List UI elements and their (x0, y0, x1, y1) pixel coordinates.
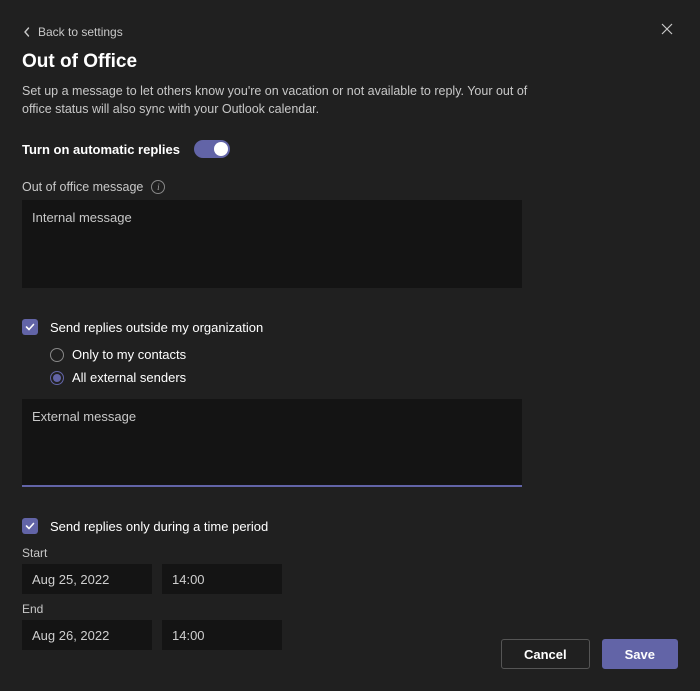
radio-all-senders-label: All external senders (72, 370, 186, 385)
cancel-button[interactable]: Cancel (501, 639, 590, 669)
external-replies-checkbox[interactable] (22, 319, 38, 335)
start-time-input[interactable] (162, 564, 282, 594)
page-description: Set up a message to let others know you'… (22, 83, 552, 118)
back-to-settings-link[interactable]: Back to settings (22, 25, 123, 39)
radio-icon (50, 371, 64, 385)
internal-message-textarea[interactable] (22, 200, 522, 288)
check-icon (25, 322, 35, 332)
close-button[interactable] (656, 18, 678, 45)
end-date-input[interactable] (22, 620, 152, 650)
radio-only-contacts[interactable]: Only to my contacts (50, 347, 678, 362)
start-label: Start (22, 546, 678, 560)
start-date-input[interactable] (22, 564, 152, 594)
time-period-label: Send replies only during a time period (50, 519, 268, 534)
radio-all-senders[interactable]: All external senders (50, 370, 678, 385)
radio-icon (50, 348, 64, 362)
page-title: Out of Office (22, 51, 678, 73)
check-icon (25, 521, 35, 531)
back-label: Back to settings (38, 25, 123, 39)
time-period-checkbox[interactable] (22, 518, 38, 534)
end-label: End (22, 602, 678, 616)
close-icon (660, 22, 674, 36)
auto-replies-toggle[interactable] (194, 140, 230, 158)
external-message-textarea[interactable] (22, 399, 522, 487)
end-time-input[interactable] (162, 620, 282, 650)
internal-message-label: Out of office message (22, 180, 143, 194)
chevron-left-icon (22, 27, 32, 37)
save-button[interactable]: Save (602, 639, 678, 669)
info-icon[interactable]: i (151, 180, 165, 194)
external-replies-label: Send replies outside my organization (50, 320, 263, 335)
auto-replies-label: Turn on automatic replies (22, 142, 180, 157)
toggle-knob (214, 142, 228, 156)
radio-only-contacts-label: Only to my contacts (72, 347, 186, 362)
